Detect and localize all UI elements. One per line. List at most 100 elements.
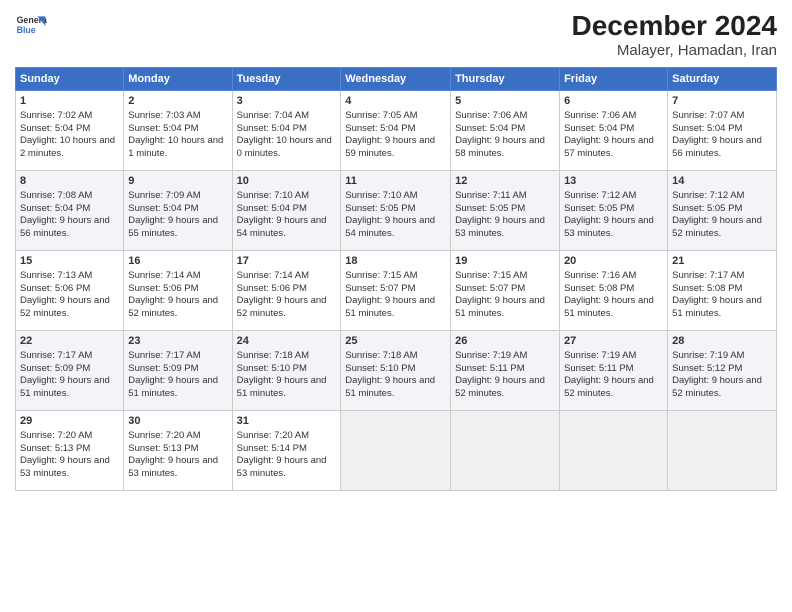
sunrise: Sunrise: 7:15 AM: [345, 270, 417, 281]
sunrise: Sunrise: 7:07 AM: [672, 110, 744, 121]
sunrise: Sunrise: 7:14 AM: [237, 270, 309, 281]
day-number: 30: [128, 414, 227, 429]
table-row: 23Sunrise: 7:17 AMSunset: 5:09 PMDayligh…: [124, 331, 232, 411]
day-number: 13: [564, 174, 663, 189]
daylight-label: Daylight: 9 hours and 53 minutes.: [564, 215, 654, 239]
day-number: 3: [237, 94, 337, 109]
col-monday: Monday: [124, 68, 232, 91]
daylight-label: Daylight: 10 hours and 0 minutes.: [237, 135, 332, 159]
header: General Blue December 2024 Malayer, Hama…: [15, 10, 777, 59]
daylight-label: Daylight: 9 hours and 56 minutes.: [20, 215, 110, 239]
sunrise: Sunrise: 7:20 AM: [237, 430, 309, 441]
calendar: Sunday Monday Tuesday Wednesday Thursday…: [15, 67, 777, 491]
sunrise: Sunrise: 7:05 AM: [345, 110, 417, 121]
table-row: 10Sunrise: 7:10 AMSunset: 5:04 PMDayligh…: [232, 171, 341, 251]
day-number: 19: [455, 254, 555, 269]
sunset: Sunset: 5:05 PM: [672, 203, 742, 214]
table-row: 28Sunrise: 7:19 AMSunset: 5:12 PMDayligh…: [668, 331, 777, 411]
sunrise: Sunrise: 7:15 AM: [455, 270, 527, 281]
table-row: 29Sunrise: 7:20 AMSunset: 5:13 PMDayligh…: [16, 411, 124, 491]
svg-text:Blue: Blue: [17, 25, 36, 35]
table-row: 4Sunrise: 7:05 AMSunset: 5:04 PMDaylight…: [341, 91, 451, 171]
sunrise: Sunrise: 7:17 AM: [672, 270, 744, 281]
day-number: 31: [237, 414, 337, 429]
col-sunday: Sunday: [16, 68, 124, 91]
day-number: 5: [455, 94, 555, 109]
table-row: 19Sunrise: 7:15 AMSunset: 5:07 PMDayligh…: [451, 251, 560, 331]
day-number: 22: [20, 334, 119, 349]
table-row: 8Sunrise: 7:08 AMSunset: 5:04 PMDaylight…: [16, 171, 124, 251]
table-row: 27Sunrise: 7:19 AMSunset: 5:11 PMDayligh…: [560, 331, 668, 411]
daylight-label: Daylight: 9 hours and 51 minutes.: [20, 375, 110, 399]
table-row: 12Sunrise: 7:11 AMSunset: 5:05 PMDayligh…: [451, 171, 560, 251]
table-row: 5Sunrise: 7:06 AMSunset: 5:04 PMDaylight…: [451, 91, 560, 171]
day-number: 1: [20, 94, 119, 109]
table-row: 11Sunrise: 7:10 AMSunset: 5:05 PMDayligh…: [341, 171, 451, 251]
daylight-label: Daylight: 9 hours and 55 minutes.: [128, 215, 218, 239]
sunrise: Sunrise: 7:08 AM: [20, 190, 92, 201]
daylight-label: Daylight: 9 hours and 52 minutes.: [564, 375, 654, 399]
sunset: Sunset: 5:13 PM: [128, 443, 198, 454]
sunrise: Sunrise: 7:04 AM: [237, 110, 309, 121]
table-row: 18Sunrise: 7:15 AMSunset: 5:07 PMDayligh…: [341, 251, 451, 331]
sunset: Sunset: 5:04 PM: [20, 203, 90, 214]
day-number: 17: [237, 254, 337, 269]
sunrise: Sunrise: 7:19 AM: [455, 350, 527, 361]
sunset: Sunset: 5:10 PM: [345, 363, 415, 374]
sunset: Sunset: 5:05 PM: [564, 203, 634, 214]
table-row: 31Sunrise: 7:20 AMSunset: 5:14 PMDayligh…: [232, 411, 341, 491]
day-number: 7: [672, 94, 772, 109]
table-row: [560, 411, 668, 491]
logo: General Blue: [15, 10, 47, 42]
day-number: 25: [345, 334, 446, 349]
table-row: 3Sunrise: 7:04 AM Sunset: 5:04 PMDaylight…: [232, 91, 341, 171]
day-number: 4: [345, 94, 446, 109]
day-number: 27: [564, 334, 663, 349]
sunset: Sunset: 5:06 PM: [237, 283, 307, 294]
sunrise: Sunrise: 7:11 AM: [455, 190, 527, 201]
sunset: Sunset: 5:12 PM: [672, 363, 742, 374]
sunset: Sunset: 5:04 PM: [237, 123, 307, 134]
day-number: 10: [237, 174, 337, 189]
day-number: 20: [564, 254, 663, 269]
col-saturday: Saturday: [668, 68, 777, 91]
table-row: [341, 411, 451, 491]
day-number: 2: [128, 94, 227, 109]
daylight-label: Daylight: 9 hours and 51 minutes.: [672, 295, 762, 319]
sunset: Sunset: 5:13 PM: [20, 443, 90, 454]
table-row: 20Sunrise: 7:16 AMSunset: 5:08 PMDayligh…: [560, 251, 668, 331]
daylight-label: Daylight: 9 hours and 53 minutes.: [128, 455, 218, 479]
daylight-label: Daylight: 9 hours and 59 minutes.: [345, 135, 435, 159]
table-row: 17Sunrise: 7:14 AMSunset: 5:06 PMDayligh…: [232, 251, 341, 331]
day-number: 16: [128, 254, 227, 269]
sunrise: Sunrise: 7:09 AM: [128, 190, 200, 201]
daylight-label: Daylight: 9 hours and 52 minutes.: [20, 295, 110, 319]
sunrise: Sunrise: 7:13 AM: [20, 270, 92, 281]
day-number: 15: [20, 254, 119, 269]
day-number: 9: [128, 174, 227, 189]
daylight-label: Daylight: 9 hours and 52 minutes.: [128, 295, 218, 319]
table-row: 21Sunrise: 7:17 AMSunset: 5:08 PMDayligh…: [668, 251, 777, 331]
daylight-label: Daylight: 9 hours and 57 minutes.: [564, 135, 654, 159]
sunrise: Sunrise: 7:12 AM: [564, 190, 636, 201]
main-title: December 2024: [572, 10, 777, 42]
page: General Blue December 2024 Malayer, Hama…: [0, 0, 792, 612]
table-row: 24Sunrise: 7:18 AMSunset: 5:10 PMDayligh…: [232, 331, 341, 411]
sunset: Sunset: 5:05 PM: [455, 203, 525, 214]
daylight-label: Daylight: 10 hours and 2 minutes.: [20, 135, 115, 159]
table-row: 25Sunrise: 7:18 AMSunset: 5:10 PMDayligh…: [341, 331, 451, 411]
sunset: Sunset: 5:04 PM: [455, 123, 525, 134]
table-row: 22Sunrise: 7:17 AMSunset: 5:09 PMDayligh…: [16, 331, 124, 411]
sunrise: Sunrise: 7:18 AM: [345, 350, 417, 361]
sub-title: Malayer, Hamadan, Iran: [572, 42, 777, 59]
day-number: 24: [237, 334, 337, 349]
sunset: Sunset: 5:05 PM: [345, 203, 415, 214]
sunset: Sunset: 5:10 PM: [237, 363, 307, 374]
daylight-label: Daylight: 9 hours and 51 minutes.: [237, 375, 327, 399]
sunset: Sunset: 5:08 PM: [564, 283, 634, 294]
day-number: 6: [564, 94, 663, 109]
sunrise: Sunrise: 7:20 AM: [20, 430, 92, 441]
daylight-label: Daylight: 9 hours and 51 minutes.: [345, 295, 435, 319]
daylight-label: Daylight: 9 hours and 54 minutes.: [237, 215, 327, 239]
table-row: 15Sunrise: 7:13 AMSunset: 5:06 PMDayligh…: [16, 251, 124, 331]
